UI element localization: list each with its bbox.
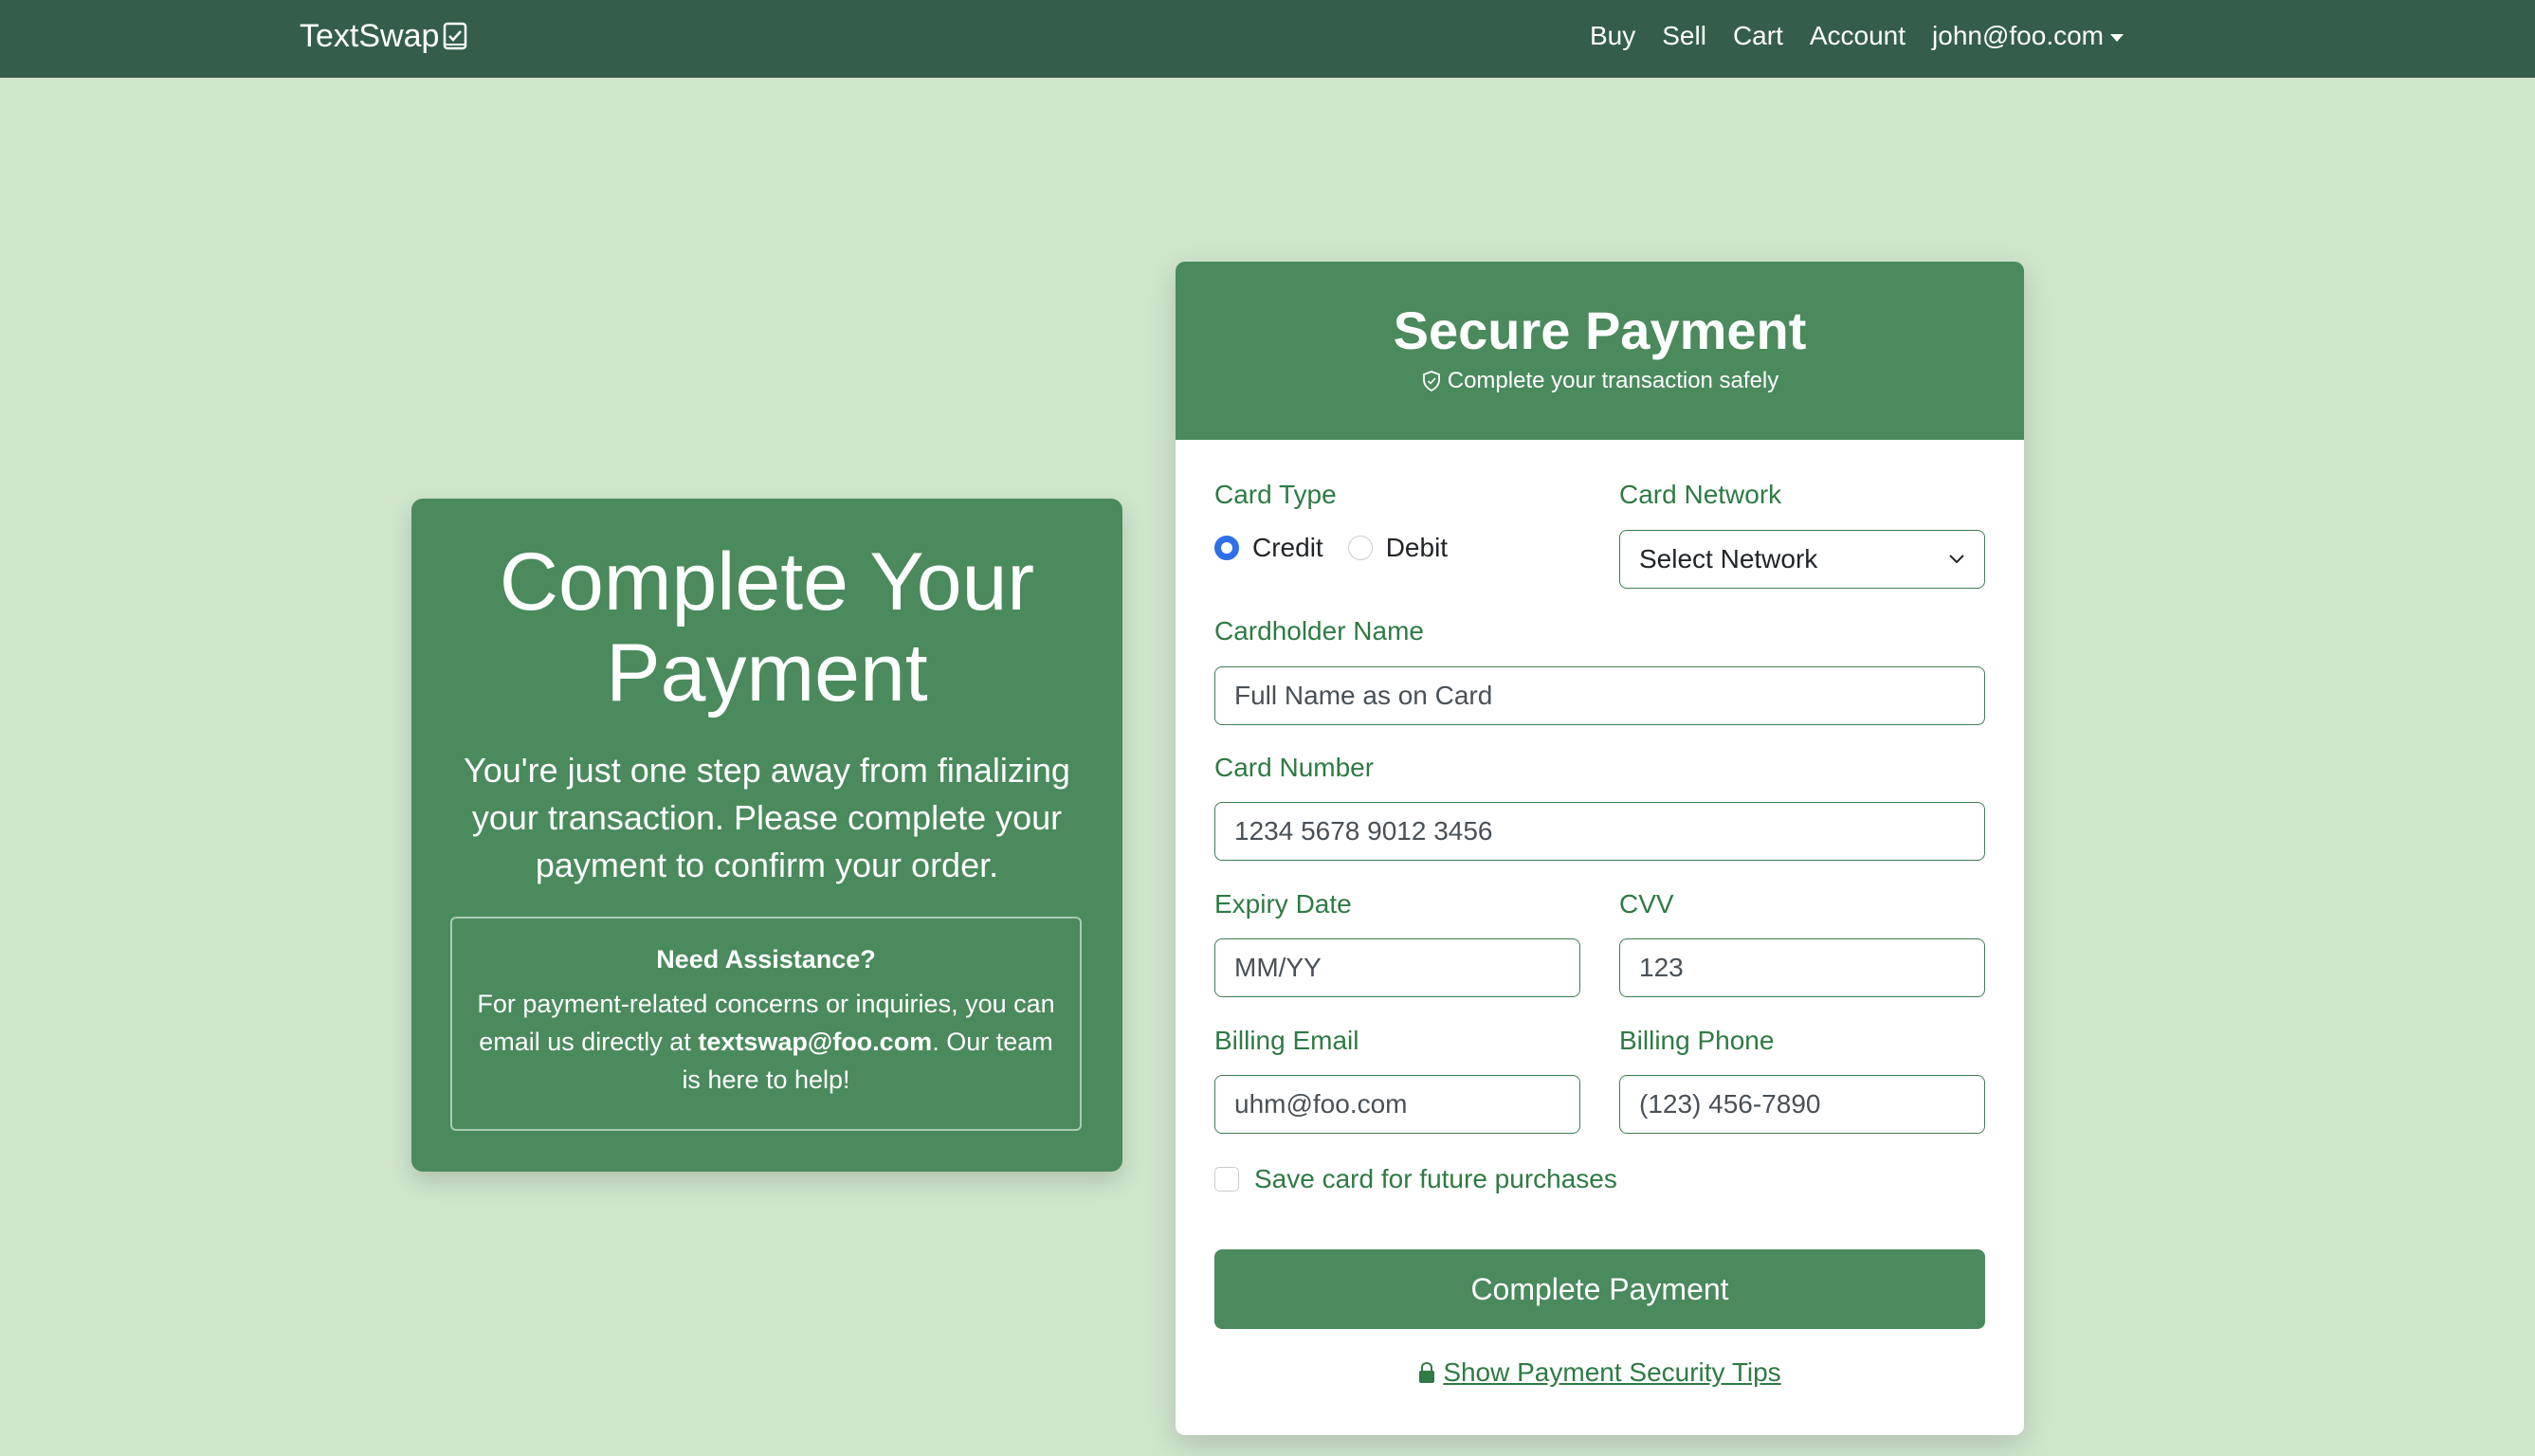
payment-subtitle: Complete your transaction safely xyxy=(1176,368,2024,394)
cvv-placeholder: 123 xyxy=(1639,953,1684,982)
save-card-label[interactable]: Save card for future purchases xyxy=(1254,1164,1617,1194)
billing-email-placeholder: uhm@foo.com xyxy=(1234,1089,1408,1119)
billing-email-label: Billing Email xyxy=(1214,1026,1359,1055)
expiry-date-input[interactable]: MM/YY xyxy=(1214,938,1580,997)
brand-logo[interactable]: TextSwap xyxy=(300,15,467,57)
assistance-title: Need Assistance? xyxy=(656,945,876,974)
cardholder-name-placeholder: Full Name as on Card xyxy=(1234,681,1493,710)
billing-phone-input[interactable]: (123) 456-7890 xyxy=(1619,1075,1985,1134)
complete-payment-button[interactable]: Complete Payment xyxy=(1214,1249,1985,1329)
save-card-checkbox[interactable] xyxy=(1214,1167,1239,1192)
user-email: john@foo.com xyxy=(1932,21,2104,50)
nav-links: Buy Sell Cart Account john@foo.com xyxy=(1590,15,2124,57)
card-number-label: Card Number xyxy=(1214,753,1375,782)
payment-subtitle-text: Complete your transaction safely xyxy=(1447,368,1779,393)
cardholder-name-label: Cardholder Name xyxy=(1214,616,1424,646)
brand-name: TextSwap xyxy=(300,17,440,54)
book-check-icon xyxy=(444,22,467,50)
payment-header: Secure Payment Complete your transaction… xyxy=(1176,262,2024,440)
card-network-select[interactable]: Select Network xyxy=(1619,530,1985,589)
card-type-label: Card Type xyxy=(1214,480,1337,509)
nav-cart[interactable]: Cart xyxy=(1733,21,1783,51)
expiry-date-placeholder: MM/YY xyxy=(1234,953,1322,982)
security-tips-link[interactable]: Show Payment Security Tips xyxy=(1176,1357,2024,1388)
card-type-group: Credit Debit xyxy=(1214,533,1448,563)
caret-down-icon xyxy=(2110,33,2124,42)
assistance-text: For payment-related concerns or inquirie… xyxy=(475,985,1057,1099)
debit-label[interactable]: Debit xyxy=(1386,533,1448,563)
security-tips-label: Show Payment Security Tips xyxy=(1443,1357,1781,1387)
support-email: textswap@foo.com xyxy=(698,1028,933,1056)
save-card-row: Save card for future purchases xyxy=(1214,1164,1617,1194)
user-dropdown[interactable]: john@foo.com xyxy=(1932,21,2124,51)
billing-phone-label: Billing Phone xyxy=(1619,1026,1775,1055)
cvv-label: CVV xyxy=(1619,889,1674,919)
card-network-label: Card Network xyxy=(1619,480,1782,509)
cardholder-name-input[interactable]: Full Name as on Card xyxy=(1214,666,1985,725)
payment-title: Secure Payment xyxy=(1393,300,1807,360)
info-text: You're just one step away from finalizin… xyxy=(464,751,1070,884)
card-number-input[interactable]: 1234 5678 9012 3456 xyxy=(1214,802,1985,861)
assistance-box: Need Assistance? For payment-related con… xyxy=(450,917,1082,1131)
lock-icon xyxy=(1419,1361,1435,1383)
card-number-placeholder: 1234 5678 9012 3456 xyxy=(1234,816,1493,846)
debit-radio[interactable] xyxy=(1347,536,1373,560)
nav-sell[interactable]: Sell xyxy=(1662,21,1706,51)
billing-email-input[interactable]: uhm@foo.com xyxy=(1214,1075,1580,1134)
cvv-input[interactable]: 123 xyxy=(1619,938,1985,997)
credit-radio[interactable] xyxy=(1214,536,1239,560)
card-network-value: Select Network xyxy=(1639,544,1818,573)
nav-account[interactable]: Account xyxy=(1810,21,1906,51)
credit-label[interactable]: Credit xyxy=(1252,533,1323,563)
billing-phone-placeholder: (123) 456-7890 xyxy=(1639,1089,1821,1119)
payment-card: Secure Payment Complete your transaction… xyxy=(1176,262,2024,1435)
nav-buy[interactable]: Buy xyxy=(1590,21,1635,51)
navbar: TextSwap Buy Sell Cart Account john@foo.… xyxy=(0,0,2535,78)
info-title: Complete Your Payment xyxy=(499,537,1035,719)
shield-icon xyxy=(1422,371,1440,392)
info-card: Complete Your Payment You're just one st… xyxy=(411,499,1122,1172)
expiry-date-label: Expiry Date xyxy=(1214,889,1352,919)
chevron-down-icon xyxy=(1949,555,1964,564)
